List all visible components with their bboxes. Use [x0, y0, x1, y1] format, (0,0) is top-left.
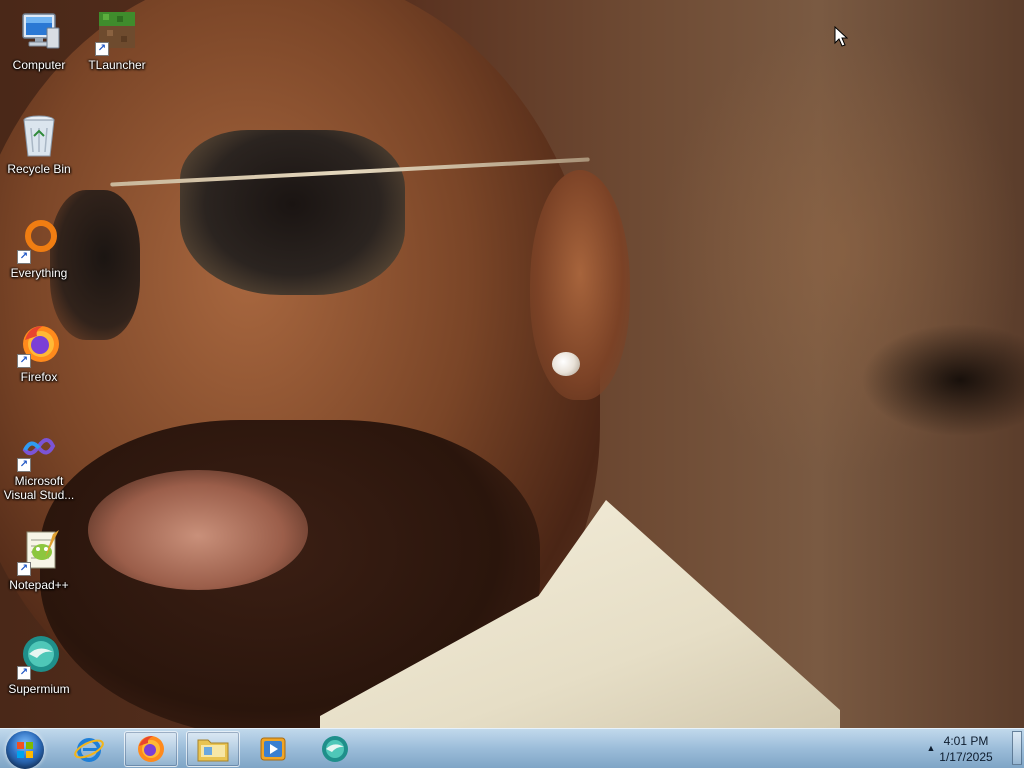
wallpaper-lens-right	[180, 130, 405, 295]
internet-explorer-icon	[74, 738, 104, 762]
desktop-icon-tlauncher[interactable]: ↗ TLauncher	[78, 8, 156, 73]
taskbar-firefox[interactable]	[124, 731, 178, 767]
supermium-icon: ↗	[15, 632, 63, 680]
desktop-icon-label: Microsoft Visual Stud...	[3, 474, 75, 502]
shortcut-arrow-icon: ↗	[95, 42, 109, 56]
desktop-icon-recycle-bin[interactable]: Recycle Bin	[0, 112, 78, 177]
everything-icon: ↗	[15, 216, 63, 264]
desktop-icon-label: Recycle Bin	[7, 162, 71, 176]
notepad-plus-plus-icon: ↗	[15, 528, 63, 576]
folder-icon	[197, 739, 229, 762]
firefox-icon: ↗	[15, 320, 63, 368]
desktop-icon-label: Supermium	[8, 682, 70, 696]
taskbar: ▲ 4:01 PM 1/17/2025	[0, 728, 1024, 769]
desktop-icon-computer[interactable]: Computer	[0, 8, 78, 73]
desktop-icon-firefox[interactable]: ↗ Firefox	[0, 320, 78, 385]
taskbar-supermium[interactable]	[308, 731, 362, 767]
shortcut-arrow-icon: ↗	[17, 250, 31, 264]
mouse-cursor-icon	[834, 26, 848, 47]
taskbar-file-explorer[interactable]	[186, 731, 240, 767]
taskbar-media-player[interactable]	[246, 731, 300, 767]
desktop-icon-everything[interactable]: ↗ Everything	[0, 216, 78, 281]
desktop-icon-visual-studio[interactable]: ↗ Microsoft Visual Stud...	[0, 424, 78, 502]
desktop-background[interactable]: Computer ↗ TLauncher Recycle Bin ↗ Every…	[0, 0, 1024, 728]
wallpaper-ear	[530, 170, 630, 400]
computer-icon	[15, 8, 63, 56]
desktop-icon-label: Firefox	[20, 370, 58, 384]
start-button[interactable]	[6, 731, 44, 769]
shortcut-arrow-icon: ↗	[17, 562, 31, 576]
desktop-icon-notepad-plus-plus[interactable]: ↗ Notepad++	[0, 528, 78, 593]
recycle-bin-icon	[15, 112, 63, 160]
media-player-icon	[260, 737, 286, 761]
show-desktop-button[interactable]	[1012, 731, 1022, 765]
desktop-icon-label: TLauncher	[88, 58, 146, 72]
taskbar-internet-explorer[interactable]	[62, 731, 116, 767]
desktop-icon-label: Computer	[12, 58, 66, 72]
desktop-icon-label: Notepad++	[9, 578, 69, 592]
shortcut-arrow-icon: ↗	[17, 458, 31, 472]
desktop-icon-label: Everything	[10, 266, 68, 280]
clock-time: 4:01 PM	[943, 734, 989, 748]
supermium-icon	[322, 736, 348, 762]
firefox-icon	[138, 736, 164, 762]
wallpaper-lips	[88, 470, 308, 590]
windows-logo-icon	[17, 742, 33, 758]
system-clock[interactable]: 4:01 PM 1/17/2025	[926, 733, 1006, 765]
visual-studio-icon: ↗	[15, 424, 63, 472]
clock-date: 1/17/2025	[939, 750, 993, 764]
shortcut-arrow-icon: ↗	[17, 354, 31, 368]
tlauncher-icon: ↗	[93, 8, 141, 56]
shortcut-arrow-icon: ↗	[17, 666, 31, 680]
desktop-icon-supermium[interactable]: ↗ Supermium	[0, 632, 78, 697]
wallpaper-earring	[552, 352, 580, 376]
